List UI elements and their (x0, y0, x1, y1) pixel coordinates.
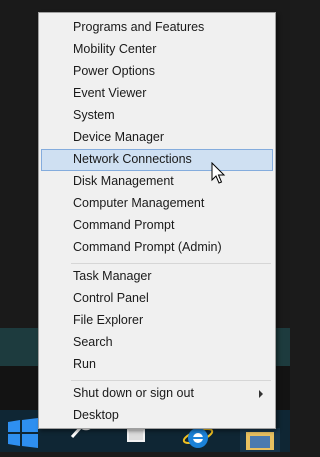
menu-item-label: Shut down or sign out (73, 386, 194, 400)
menu-item-network-connections[interactable]: Network Connections (41, 149, 273, 171)
menu-item-command-prompt-admin[interactable]: Command Prompt (Admin) (41, 237, 273, 259)
submenu-arrow-icon (259, 390, 263, 398)
menu-item-file-explorer[interactable]: File Explorer (41, 310, 273, 332)
menu-item-task-manager[interactable]: Task Manager (41, 266, 273, 288)
menu-item-search[interactable]: Search (41, 332, 273, 354)
menu-separator (71, 380, 271, 381)
menu-item-shut-down-or-sign-out[interactable]: Shut down or sign out (41, 383, 273, 405)
menu-item-command-prompt[interactable]: Command Prompt (41, 215, 273, 237)
menu-item-programs-and-features[interactable]: Programs and Features (41, 17, 273, 39)
menu-item-event-viewer[interactable]: Event Viewer (41, 83, 273, 105)
menu-item-disk-management[interactable]: Disk Management (41, 171, 273, 193)
menu-item-system[interactable]: System (41, 105, 273, 127)
menu-item-mobility-center[interactable]: Mobility Center (41, 39, 273, 61)
menu-item-run[interactable]: Run (41, 354, 273, 376)
menu-item-control-panel[interactable]: Control Panel (41, 288, 273, 310)
menu-item-device-manager[interactable]: Device Manager (41, 127, 273, 149)
menu-separator (71, 263, 271, 264)
mouse-pointer-icon (211, 162, 226, 184)
windows-logo-icon (8, 418, 38, 448)
menu-item-power-options[interactable]: Power Options (41, 61, 273, 83)
menu-item-desktop[interactable]: Desktop (41, 405, 273, 427)
power-user-menu: Programs and Features Mobility Center Po… (38, 12, 276, 429)
menu-item-computer-management[interactable]: Computer Management (41, 193, 273, 215)
start-button[interactable] (8, 418, 38, 448)
